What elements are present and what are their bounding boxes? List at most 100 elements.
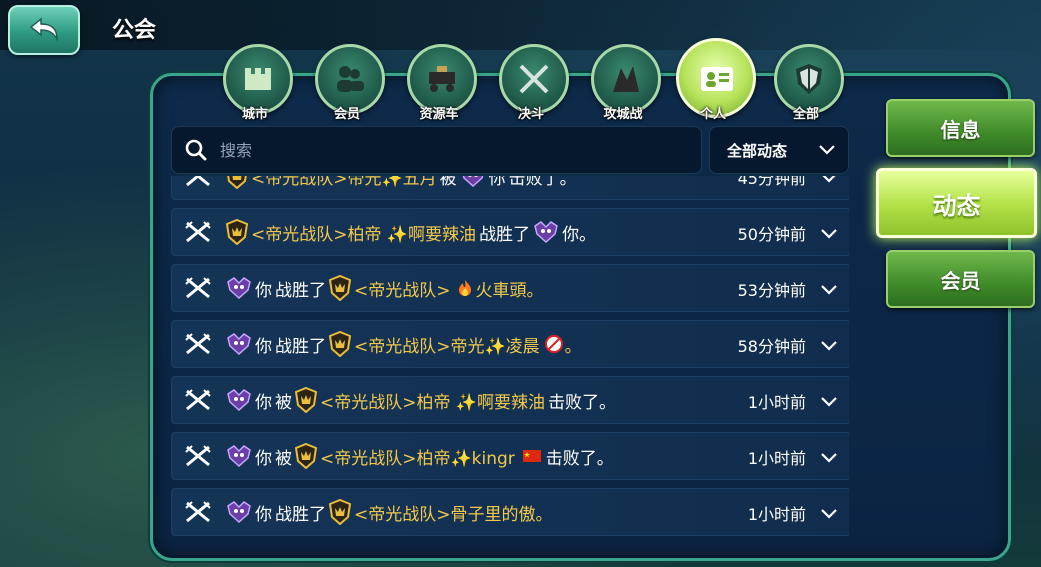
gold-guild-badge-icon bbox=[226, 219, 248, 245]
feed-row[interactable]: 你被 <帝光战队>柏帝✨kingr 击败了。 1小时前 bbox=[171, 432, 849, 480]
siege-icon bbox=[613, 66, 639, 92]
message-segment: 击败了。 bbox=[548, 392, 617, 413]
feed-row[interactable]: <帝光战队>帝光✨五月被 你击败了。 45分钟前 bbox=[171, 176, 849, 200]
gold-guild-badge-icon bbox=[329, 331, 351, 357]
back-button[interactable] bbox=[8, 5, 80, 55]
gold-guild-badge-icon bbox=[329, 275, 351, 301]
profile-card-icon bbox=[701, 67, 733, 91]
activity-feed-list[interactable]: <帝光战队>帝光✨五月被你击败了。 45分钟前 <帝光战队>柏帝 ✨啊要辣油 战胜了你… bbox=[171, 176, 849, 548]
shield-icon bbox=[796, 64, 822, 94]
chevron-down-icon[interactable] bbox=[820, 452, 838, 464]
purple-guild-badge-icon bbox=[462, 176, 483, 188]
feed-row[interactable]: <帝光战队>柏帝 ✨啊要辣油 战胜了 你。 50分钟前 bbox=[171, 208, 849, 256]
message-segment: <帝光战队>骨子里的傲。 bbox=[354, 504, 553, 525]
message-segment: 战胜了 bbox=[275, 504, 326, 525]
message-segment: 击败了。 bbox=[545, 448, 614, 469]
feed-row[interactable]: 你被 <帝光战队>柏帝 ✨啊要辣油 击败了。 1小时前 bbox=[171, 376, 849, 424]
chevron-down-icon[interactable] bbox=[820, 396, 838, 408]
side-button-label: 动态 bbox=[932, 191, 981, 220]
message-segment: 被 bbox=[275, 448, 292, 469]
message-segment: 你 bbox=[255, 336, 272, 357]
side-button-label: 会员 bbox=[940, 268, 981, 293]
feed-message: 你被 <帝光战队>柏帝 ✨啊要辣油 击败了。 bbox=[226, 387, 619, 413]
chevron-down-icon[interactable] bbox=[820, 508, 838, 520]
purple-guild-badge-icon bbox=[227, 501, 251, 524]
battle-icon bbox=[184, 444, 212, 472]
tab-label: 全部 bbox=[792, 107, 819, 122]
battle-icon bbox=[184, 332, 212, 360]
tab-label: 个人 bbox=[699, 107, 726, 122]
chevron-down-icon[interactable] bbox=[820, 340, 838, 352]
gold-guild-badge-icon bbox=[227, 176, 247, 189]
tab-label: 资源车 bbox=[419, 107, 459, 122]
crossed-swords-icon bbox=[185, 445, 211, 467]
message-segment: <帝光战队> bbox=[354, 280, 451, 301]
battle-icon bbox=[184, 388, 212, 416]
expand-button[interactable] bbox=[820, 225, 838, 244]
expand-button[interactable] bbox=[820, 337, 838, 356]
crossed-swords-icon bbox=[185, 501, 211, 523]
feed-message: 你被 <帝光战队>柏帝✨kingr 击败了。 bbox=[226, 443, 617, 469]
feed-time: 50分钟前 bbox=[737, 225, 806, 244]
message-segment: <帝光战队>柏帝 ✨啊要辣油 bbox=[251, 224, 477, 245]
feed-time: 58分钟前 bbox=[737, 337, 806, 356]
search-box[interactable] bbox=[171, 126, 702, 174]
message-segment: 被 bbox=[439, 176, 457, 189]
search-input[interactable] bbox=[218, 139, 662, 161]
message-segment: 你。 bbox=[562, 224, 597, 245]
search-icon bbox=[185, 139, 207, 161]
filter-label: 全部动态 bbox=[727, 141, 788, 160]
expand-button[interactable] bbox=[820, 449, 838, 468]
crossed-swords-icon bbox=[185, 389, 211, 411]
message-segment: <帝光战队>柏帝 ✨啊要辣油 bbox=[320, 392, 546, 413]
page-title: 公会 bbox=[112, 18, 157, 43]
feed-row[interactable]: 你战胜了 <帝光战队>帝光✨凌晨 。 58分钟前 bbox=[171, 320, 849, 368]
message-segment: <帝光战队>帝光✨五月 bbox=[251, 176, 437, 189]
gold-guild-badge-icon bbox=[295, 387, 317, 413]
chevron-down-icon bbox=[819, 145, 835, 155]
fire-emoji-icon bbox=[458, 280, 471, 296]
castle-wall-icon bbox=[245, 68, 271, 90]
feed-time: 1小时前 bbox=[747, 505, 806, 524]
purple-guild-badge-icon bbox=[227, 277, 251, 300]
message-segment: 你 bbox=[255, 504, 272, 525]
members-icon bbox=[337, 66, 364, 92]
feed-row[interactable]: 你战胜了 <帝光战队> 火車頭。 53分钟前 bbox=[171, 264, 849, 312]
chevron-down-icon[interactable] bbox=[820, 176, 838, 184]
feed-message: 你战胜了 <帝光战队>骨子里的傲。 bbox=[226, 499, 556, 525]
side-button-activity[interactable]: 动态 bbox=[876, 168, 1037, 238]
expand-button[interactable] bbox=[820, 393, 838, 412]
side-button-info[interactable]: 信息 bbox=[886, 99, 1035, 157]
side-button-label: 信息 bbox=[940, 117, 981, 142]
feed-time: 1小时前 bbox=[747, 449, 806, 468]
feed-time: 53分钟前 bbox=[737, 281, 806, 300]
activity-filter-dropdown[interactable]: 全部动态 bbox=[709, 126, 849, 174]
crossed-swords-icon bbox=[185, 277, 211, 299]
expand-button[interactable] bbox=[820, 176, 838, 188]
message-segment: 火車頭。 bbox=[475, 280, 544, 301]
message-segment: 你 bbox=[255, 280, 272, 301]
feed-row[interactable]: 你战胜了 <帝光战队>骨子里的傲。 1小时前 bbox=[171, 488, 849, 536]
message-segment: 战胜了 bbox=[479, 224, 531, 245]
crossed-swords-icon bbox=[519, 64, 549, 94]
message-segment: <帝光战队>柏帝✨kingr bbox=[320, 448, 515, 469]
back-arrow-icon bbox=[29, 17, 58, 42]
battle-icon bbox=[184, 276, 212, 304]
crossed-swords-icon bbox=[185, 221, 211, 243]
message-segment: 你 bbox=[488, 176, 506, 189]
message-segment: 战胜了 bbox=[275, 336, 326, 357]
tab-label: 城市 bbox=[241, 107, 268, 122]
crossed-swords-icon bbox=[185, 333, 211, 355]
expand-button[interactable] bbox=[820, 281, 838, 300]
side-button-members[interactable]: 会员 bbox=[886, 250, 1035, 308]
chevron-down-icon[interactable] bbox=[820, 284, 838, 296]
purple-guild-badge-icon bbox=[534, 221, 558, 244]
tab-label: 会员 bbox=[333, 107, 360, 122]
tab-label: 决斗 bbox=[517, 107, 544, 122]
chevron-down-icon[interactable] bbox=[820, 228, 838, 240]
expand-button[interactable] bbox=[820, 505, 838, 524]
gold-guild-badge-icon bbox=[295, 443, 317, 469]
message-segment: 被 bbox=[275, 392, 292, 413]
feed-message: 你战胜了 <帝光战队>帝光✨凌晨 。 bbox=[226, 331, 585, 357]
message-segment: 。 bbox=[564, 336, 582, 357]
